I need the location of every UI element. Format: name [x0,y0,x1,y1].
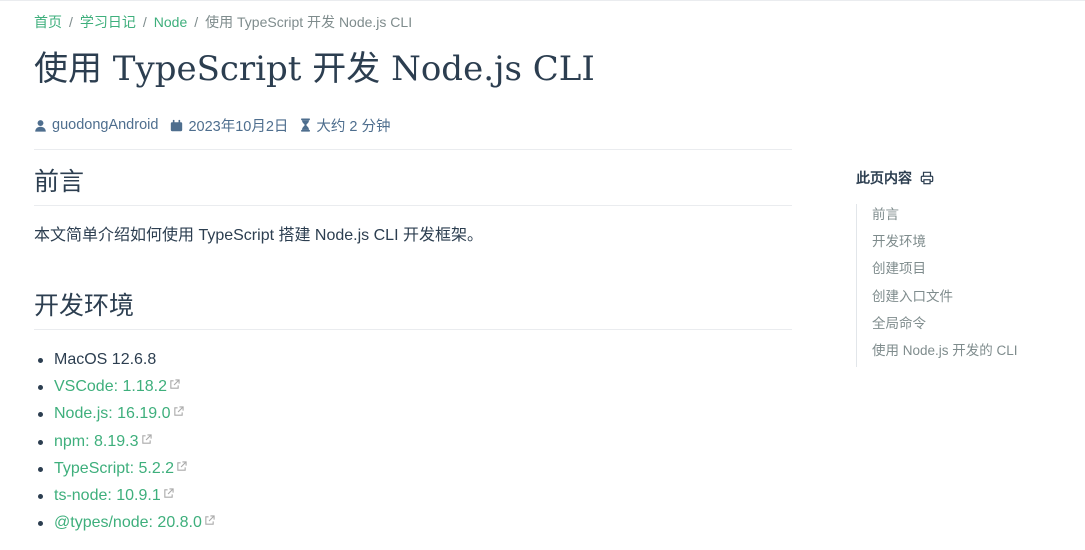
top-border [0,0,1085,1]
print-button[interactable] [920,171,934,185]
external-link-icon [177,461,187,471]
breadcrumb-separator: / [69,14,73,30]
publish-date: 2023年10月2日 [188,118,289,135]
list-item: @types/node: 20.8.0 [38,511,215,538]
external-link-icon [164,488,174,498]
breadcrumb-item-node[interactable]: Node [154,14,187,30]
table-of-contents: 此页内容 前言 开发环境 创建项目 创建入口文件 全局命令 使用 Node.js… [856,166,1056,368]
env-link-types-node[interactable]: @types/node: 20.8.0 [54,514,215,531]
breadcrumb-separator: / [142,14,147,30]
env-link-label: Node.js: 16.19.0 [54,405,171,423]
reading-time-info: 大约 2 分钟 [300,115,391,136]
breadcrumb-separator: / [194,14,199,30]
breadcrumb-item-home[interactable]: 首页 [34,14,62,30]
toc-item: 前言 [872,204,1018,231]
print-icon [920,171,934,185]
toc-header: 此页内容 [856,166,1056,190]
calendar-icon [171,119,183,131]
bullet [38,358,43,363]
list-item: TypeScript: 5.2.2 [38,457,215,484]
env-link-nodejs[interactable]: Node.js: 16.19.0 [54,405,184,422]
env-link-label: TypeScript: 5.2.2 [54,459,175,477]
reading-time: 大约 2 分钟 [316,118,391,135]
section-divider [34,205,792,206]
toc-item: 创建入口文件 [872,286,1018,313]
env-list: MacOS 12.6.8 VSCode: 1.18.2 Node.js: 16.… [38,348,215,538]
section-divider [34,329,792,330]
toc-link-create-project[interactable]: 创建项目 [872,261,926,276]
breadcrumb-item-study-diary[interactable]: 学习日记 [80,14,136,30]
toc-link-intro[interactable]: 前言 [872,207,899,222]
toc-item: 全局命令 [872,313,1018,340]
list-item: VSCode: 1.18.2 [38,375,215,402]
env-link-label: npm: 8.19.3 [54,432,139,450]
env-link-label: @types/node: 20.8.0 [54,514,202,532]
list-item: Node.js: 16.19.0 [38,402,215,429]
list-item: ts-node: 10.9.1 [38,484,215,511]
toc-link-cli-examples[interactable]: 使用 Node.js 开发的 CLI [872,343,1018,358]
external-link-icon [205,515,215,525]
bullet [38,466,43,472]
toc-list: 前言 开发环境 创建项目 创建入口文件 全局命令 使用 Node.js 开发的 … [856,204,1018,368]
bullet [38,412,43,418]
bullet [38,385,43,391]
bullet [38,521,43,527]
author-info: guodongAndroid [34,117,158,133]
page-title: 使用 TypeScript 开发 Node.js CLI [34,49,595,89]
breadcrumb-item-current: 使用 TypeScript 开发 Node.js CLI [205,14,413,30]
external-link-icon [141,433,152,444]
intro-paragraph: 本文简单介绍如何使用 TypeScript 搭建 Node.js CLI 开发框… [34,227,483,244]
env-link-typescript[interactable]: TypeScript: 5.2.2 [54,460,187,477]
bullet [38,493,43,499]
env-item-text: MacOS 12.6.8 [54,351,157,368]
toc-item: 开发环境 [872,231,1018,258]
env-link-vscode[interactable]: VSCode: 1.18.2 [54,378,180,395]
external-link-icon [170,379,180,389]
person-icon [35,119,46,132]
toc-title: 此页内容 [856,170,912,186]
env-link-label: VSCode: 1.18.2 [54,378,167,396]
section-heading-intro: 前言 [34,167,85,196]
toc-item: 使用 Node.js 开发的 CLI [872,340,1018,367]
external-link-icon [173,406,184,417]
date-info: 2023年10月2日 [170,115,288,136]
toc-link-env[interactable]: 开发环境 [872,234,926,249]
toc-link-entry-file[interactable]: 创建入口文件 [872,289,953,304]
breadcrumb: 首页 / 学习日记 / Node / 使用 TypeScript 开发 Node.js CL… [34,12,412,32]
bullet [38,439,43,445]
list-item: npm: 8.19.3 [38,430,215,457]
toc-item: 创建项目 [872,258,1018,285]
hourglass-icon [301,118,311,132]
author-name[interactable]: guodongAndroid [52,117,158,133]
section-heading-env: 开发环境 [34,291,135,320]
env-link-npm[interactable]: npm: 8.19.3 [54,433,152,450]
env-link-label: ts-node: 10.9.1 [54,486,161,504]
toc-link-global-command[interactable]: 全局命令 [872,316,926,331]
article-meta: guodongAndroid 2023年10月2日 大约 2 分钟 [34,115,403,135]
list-item: MacOS 12.6.8 [38,348,215,375]
env-link-ts-node[interactable]: ts-node: 10.9.1 [54,487,174,504]
meta-divider [34,149,792,150]
